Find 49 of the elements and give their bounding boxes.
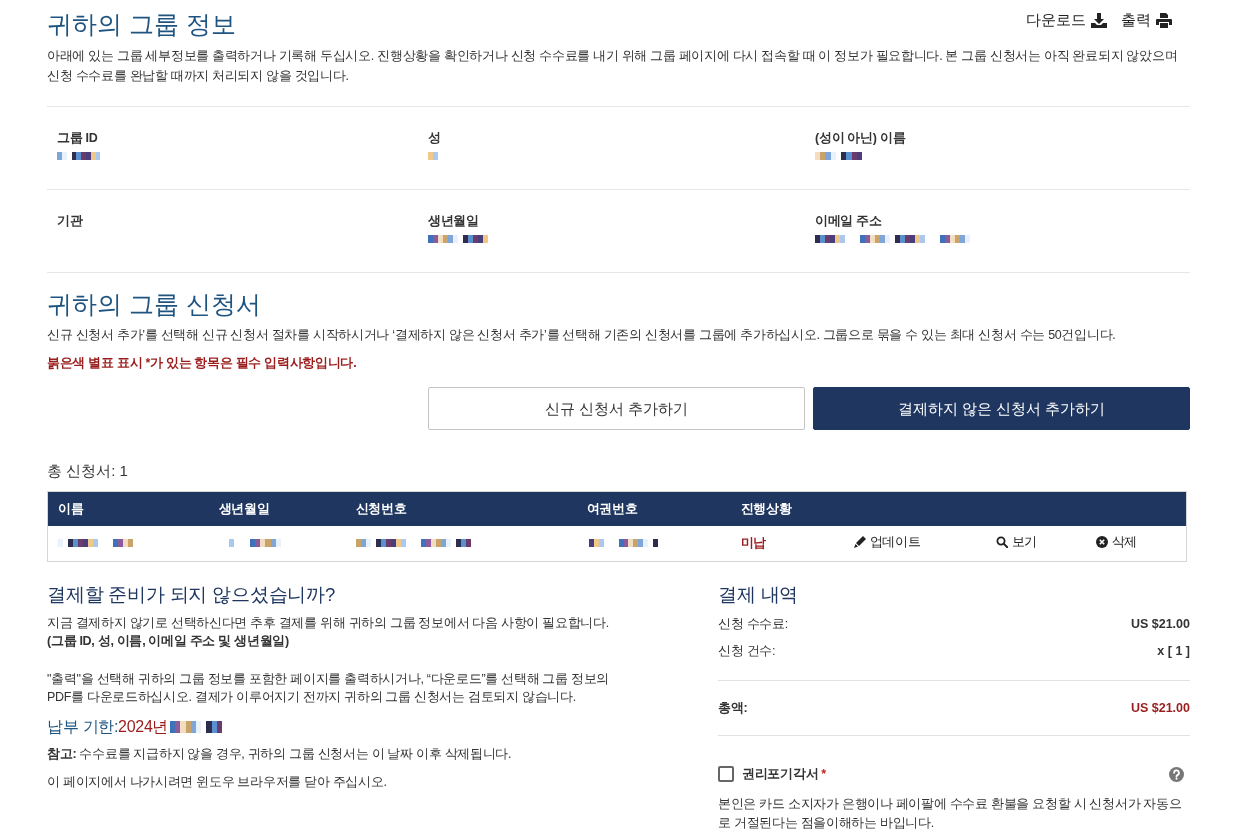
- waiver-label: 권리포기각서: [742, 766, 819, 783]
- exit-note: 이 페이지에서 나가시려면 윈도우 브라우저를 닫아 주십시오.: [47, 774, 388, 791]
- add-unpaid-application-button[interactable]: 결제하지 않은 신청서 추가하기: [813, 387, 1190, 430]
- info-paragraph: 지금 결제하지 않기로 선택하신다면 추후 결제를 위해 귀하의 그룹 정보에서 다음 사항이 필요합니다. (그룹 ID, 성, 이름, 이메일 주소 및 생년월일): [47, 615, 610, 650]
- field-label: 그룹 ID: [57, 130, 99, 147]
- section-heading: 결제할 준비가 되지 않으셨습니까?: [47, 583, 337, 607]
- download-link[interactable]: 다운로드: [1026, 10, 1107, 30]
- instruction-text: 신규 신청서 추가’를 선택해 신규 신청서 절차를 시작하시거나 ‘결제하지 않은 신청서 추가’를 선택해 기존의 신청서를 그룹에 추가하십시오. 그룹으로 묶을 수 있는 최대 신청서 수는 50건입니다.: [47, 327, 1117, 344]
- view-link[interactable]: 보기: [995, 532, 1037, 553]
- field-label: 기관: [57, 213, 84, 230]
- column-header: 여권번호: [576, 491, 731, 526]
- section-title: 귀하의 그룹 신청서: [47, 289, 262, 320]
- fee-label: 신청 건수:: [718, 643, 776, 660]
- info-paragraph: "출력"을 선택해 귀하의 그룹 정보를 포함한 페이지를 출력하시거나, “다운로드”를 선택해 그룹 정보의 PDF를 다운로드하십시오. 결제가 이루어지기 전까지 귀하의 그룹 신청서는 검토되지 않습니다.: [47, 671, 611, 706]
- pencil-icon: [853, 536, 866, 549]
- new-application-button[interactable]: 신규 신청서 추가하기: [428, 387, 805, 430]
- application-count: 총 신청서: 1: [47, 461, 129, 481]
- field-label: (성이 아닌) 이름: [815, 130, 907, 147]
- fee-label: 신청 수수료:: [718, 616, 788, 633]
- required-note: 붉은색 별표 표시 *가 있는 항목은 필수 입력사항입니다.: [47, 355, 358, 372]
- field-label: 생년월일: [428, 213, 480, 230]
- print-link[interactable]: 출력: [1121, 10, 1172, 30]
- note-text: 참고: 수수료를 지급하지 않을 경우, 귀하의 그룹 신청서는 이 날짜 이후 삭제됩니다.: [47, 746, 513, 763]
- status-text: 미납: [740, 536, 766, 551]
- x-circle-icon: [1095, 536, 1108, 549]
- field-label: 이메일 주소: [815, 213, 883, 230]
- delete-link[interactable]: 삭제: [1095, 532, 1137, 553]
- required-asterisk: *: [821, 766, 826, 783]
- deadline-value: 2024년: [118, 717, 169, 737]
- fee-value: x [ 1 ]: [1157, 643, 1190, 660]
- intro-text: 아래에 있는 그룹 세부정보를 출력하거나 기록해 두십시오. 진행상황을 확인하거나 신청 수수료를 내기 위해 그룹 페이지에 다시 접속할 때 이 정보가 필요합니다. 본 그룹 신청서는 아직 완료되지 않았으며 신청 수수료를 완납할 때까지 처리되지 않을 것입니다.: [47, 48, 1179, 85]
- fee-value: US $21.00: [1130, 616, 1190, 633]
- waiver-text: 본인은 카드 소지자가 은행이나 페이팔에 수수료 환불을 요청할 시 신청서가 자동으로 거절된다는 점을이해하는 바입니다.: [718, 796, 1183, 832]
- deadline-label: 납부 기한:: [47, 717, 119, 737]
- section-heading: 결제 내역: [718, 583, 800, 607]
- column-header: 이름: [47, 491, 209, 526]
- help-icon: [1169, 766, 1184, 782]
- total-value: US $21.00: [1130, 700, 1190, 717]
- printer-icon: [1156, 12, 1172, 28]
- download-icon: [1091, 12, 1107, 28]
- page-title: 귀하의 그룹 정보: [47, 9, 236, 40]
- search-icon: [995, 536, 1008, 549]
- checkbox[interactable]: [718, 766, 734, 782]
- total-label: 총액:: [718, 700, 748, 717]
- field-label: 성: [428, 130, 442, 147]
- column-header: 신청번호: [345, 491, 577, 526]
- column-header: 진행상황: [730, 491, 844, 526]
- column-header: 생년월일: [208, 491, 346, 526]
- update-link[interactable]: 업데이트: [853, 532, 921, 553]
